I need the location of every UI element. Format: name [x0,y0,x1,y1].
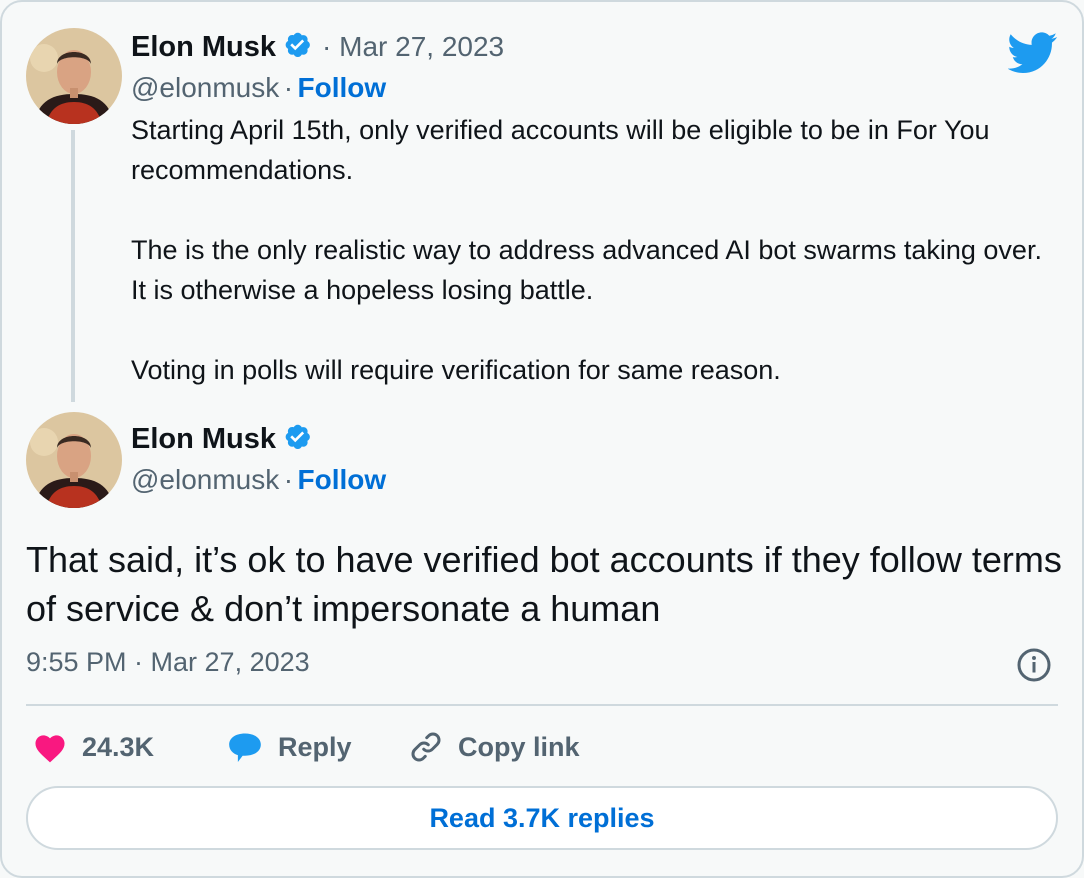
separator-dot: · [283,464,294,495]
like-count: 24.3K [82,731,155,762]
link-icon[interactable] [408,729,444,765]
follow-button[interactable]: Follow [298,464,387,495]
copy-link-action[interactable]: Copy link [408,726,580,768]
reply-action[interactable]: Reply [226,726,352,768]
quoted-tweet-header: Elon Musk · Mar 27, 2023 [131,30,504,64]
heart-icon[interactable] [32,731,68,763]
quoted-tweet-paragraph: The is the only realistic way to address… [131,235,1042,305]
main-tweet-subheader: @elonmusk · Follow [131,464,386,496]
author-name[interactable]: Elon Musk [131,31,276,63]
quoted-tweet-paragraph: Starting April 15th, only verified accou… [131,115,990,185]
divider [26,704,1058,706]
separator-dot: · [283,72,294,103]
read-replies-button[interactable]: Read 3.7K replies [26,786,1058,850]
quoted-tweet-paragraph: Voting in polls will require verificatio… [131,355,781,385]
main-tweet-text: That said, it’s ok to have verified bot … [26,539,1062,629]
main-tweet-header: Elon Musk [131,422,312,456]
tweet-timestamp[interactable]: 9:55 PM · Mar 27, 2023 [26,647,310,678]
author-handle[interactable]: @elonmusk [131,72,279,103]
verified-badge-icon [285,424,310,449]
avatar[interactable] [26,412,122,508]
tweet-embed-card: Elon Musk · Mar 27, 2023 @elonmusk · Foll… [0,0,1084,878]
thread-connector-line [71,130,75,402]
verified-badge-icon [285,32,310,57]
copy-link-label: Copy link [458,731,580,762]
reply-label: Reply [278,731,352,762]
avatar[interactable] [26,28,122,124]
follow-button[interactable]: Follow [298,72,387,103]
twitter-bird-icon[interactable] [1008,32,1058,74]
author-handle[interactable]: @elonmusk [131,464,279,495]
reply-bubble-icon[interactable] [226,729,264,765]
like-action[interactable]: 24.3K [32,726,154,768]
quoted-tweet-subheader: @elonmusk · Follow [131,72,386,104]
author-name[interactable]: Elon Musk [131,423,276,455]
info-icon[interactable] [1016,647,1052,683]
tweet-date[interactable]: · Mar 27, 2023 [322,31,504,62]
